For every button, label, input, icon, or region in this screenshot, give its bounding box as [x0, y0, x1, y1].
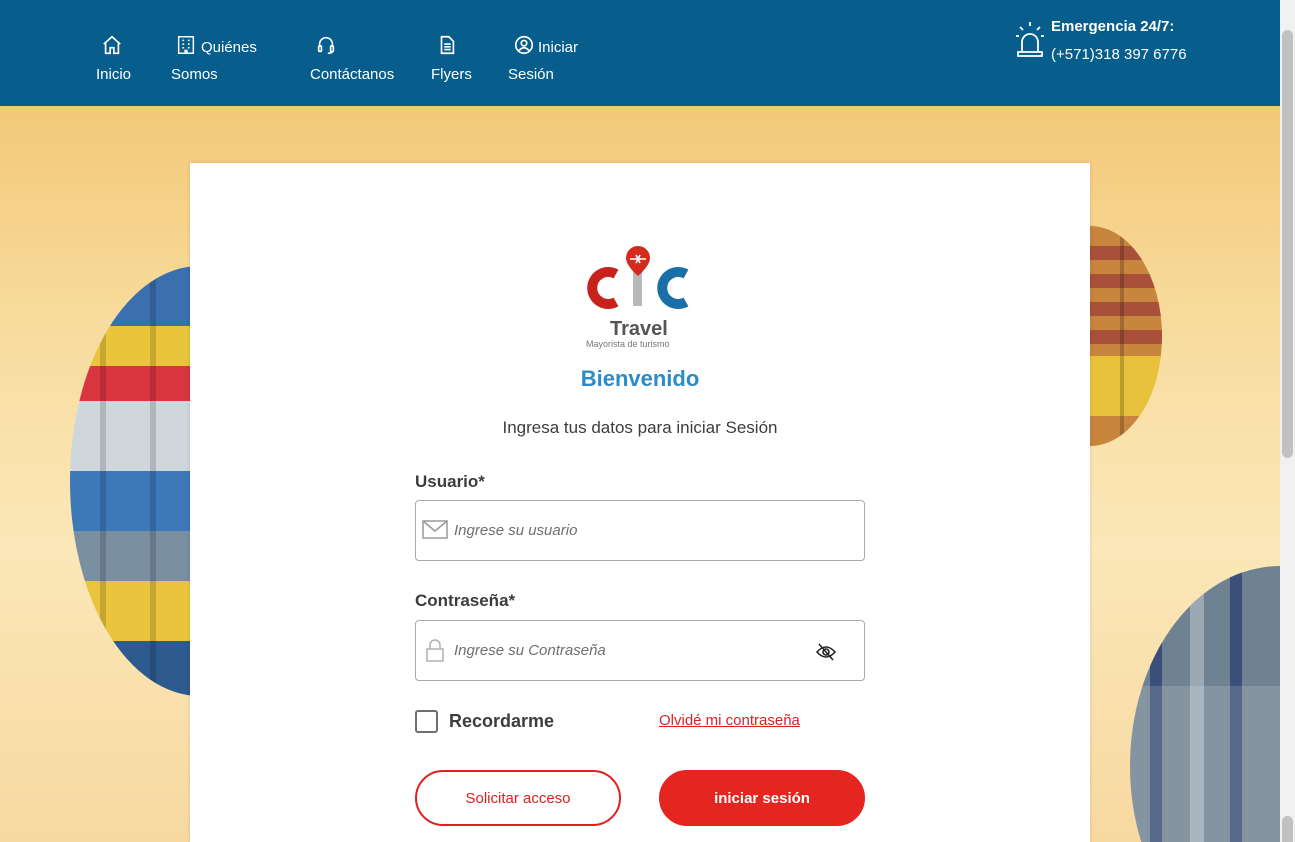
- logo-tagline-text: Mayorista de turismo: [586, 339, 670, 349]
- siren-icon: [1014, 18, 1046, 63]
- remember-checkbox[interactable]: [415, 710, 438, 733]
- nav-iniciar-label: Iniciar: [538, 39, 579, 56]
- user-input[interactable]: [454, 501, 814, 560]
- nav-somos-label: Somos: [171, 66, 218, 83]
- document-icon: [436, 34, 458, 61]
- nav-sesion-label: Sesión: [508, 66, 554, 83]
- forgot-password-link[interactable]: Olvidé mi contraseña: [659, 712, 800, 729]
- login-button[interactable]: iniciar sesión: [659, 770, 865, 826]
- login-subtitle: Ingresa tus datos para iniciar Sesión: [502, 418, 778, 437]
- top-nav-bar: Inicio Quiénes Somos Contáctanos Flyers …: [0, 0, 1280, 106]
- scrollbar-thumb-lower[interactable]: [1282, 816, 1293, 842]
- password-field[interactable]: [415, 620, 865, 681]
- password-field-label: Contraseña*: [415, 591, 516, 610]
- scrollbar-thumb[interactable]: [1282, 30, 1293, 458]
- emergency-phone[interactable]: (+571)318 397 6776: [1051, 46, 1187, 63]
- remember-label[interactable]: Recordarme: [449, 711, 554, 732]
- nav-inicio-label: Inicio: [96, 66, 132, 83]
- eye-off-icon[interactable]: [815, 643, 837, 666]
- balloon-right-bottom-image: [1130, 566, 1280, 842]
- lock-icon: [426, 639, 444, 668]
- building-icon: [175, 34, 197, 61]
- nav-quienes-label: Quiénes: [201, 39, 257, 56]
- password-input[interactable]: [454, 621, 814, 680]
- home-icon: [101, 34, 123, 61]
- user-circle-icon: [513, 34, 535, 61]
- logo-travel-text: Travel: [610, 318, 668, 340]
- emergency-title: Emergencia 24/7:: [1051, 18, 1175, 35]
- nav-flyers-label: Flyers: [431, 66, 472, 83]
- headset-icon: [315, 34, 337, 61]
- welcome-heading: Bienvenido: [580, 366, 700, 391]
- nav-contactanos-label: Contáctanos: [310, 66, 395, 83]
- balloon-right-top-image: [1090, 226, 1162, 446]
- user-field-label: Usuario*: [415, 472, 485, 491]
- balloon-left-image: [70, 266, 200, 696]
- user-field[interactable]: [415, 500, 865, 561]
- envelope-icon: [422, 519, 448, 546]
- cic-travel-logo: Travel Mayorista de turismo: [586, 246, 689, 349]
- request-access-button[interactable]: Solicitar acceso: [415, 770, 621, 826]
